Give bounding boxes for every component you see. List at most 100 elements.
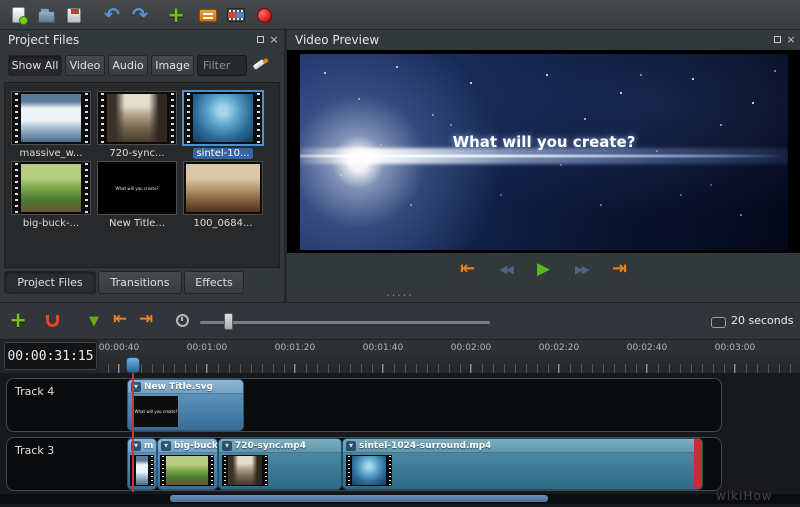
- filter-video-button[interactable]: Video: [65, 55, 105, 76]
- clip-label: m: [144, 440, 154, 451]
- timeline-scrollbar-thumb[interactable]: [170, 495, 548, 502]
- track-label: Track 3: [15, 444, 55, 457]
- animated-title-button[interactable]: [224, 3, 248, 27]
- close-preview-button[interactable]: ×: [785, 33, 797, 45]
- preview-video: What will you create?: [300, 54, 788, 250]
- tab-effects[interactable]: Effects: [184, 271, 244, 294]
- timeline-ruler[interactable]: 00:00:40 00:01:00 00:01:20 00:01:40 00:0…: [98, 340, 800, 373]
- add-track-icon: +: [9, 307, 27, 332]
- clip-big-buck[interactable]: ▾ big-buck-: [157, 438, 218, 490]
- next-marker-button[interactable]: ⇥: [134, 307, 158, 331]
- zoom-slider[interactable]: [200, 321, 490, 324]
- ruler-label: 00:01:00: [186, 343, 228, 353]
- ruler-label: 00:00:40: [98, 343, 140, 353]
- playhead-line: [132, 371, 134, 492]
- export-video-button[interactable]: [252, 3, 276, 27]
- clip-new-title[interactable]: ▾ New Title.svg What will you create?: [127, 379, 244, 431]
- ruler-label: 00:02:00: [450, 343, 492, 353]
- file-item-massive[interactable]: massive_w...: [10, 91, 92, 159]
- redo-button[interactable]: ↷: [128, 3, 152, 27]
- plus-icon: +: [167, 2, 185, 27]
- ruler-ticks: [98, 364, 800, 373]
- track-4[interactable]: Track 4: [6, 378, 722, 432]
- file-item-sintel[interactable]: sintel-10...: [182, 91, 264, 159]
- filter-show-all-button[interactable]: Show All: [8, 55, 62, 76]
- splitter-handle[interactable]: ·····: [386, 289, 413, 302]
- float-panel-button[interactable]: [254, 33, 266, 45]
- magnet-icon: [45, 315, 59, 327]
- play-button[interactable]: ▶: [533, 258, 555, 280]
- file-thumbnail: [97, 91, 177, 145]
- ruler-label: 00:03:00: [714, 343, 756, 353]
- choose-profile-button[interactable]: [196, 3, 220, 27]
- jump-start-button[interactable]: ⇤: [457, 258, 479, 280]
- file-item-new-title[interactable]: What will you create? New Title...: [96, 161, 178, 229]
- light-beam-core: [300, 154, 788, 158]
- rewind-button[interactable]: ◀◀: [495, 258, 517, 280]
- filter-image-button[interactable]: Image: [151, 55, 194, 76]
- fast-forward-button[interactable]: ▶▶: [571, 258, 593, 280]
- chevron-down-icon[interactable]: ▾: [222, 440, 232, 451]
- clip-720-sync[interactable]: ▾ 720-sync.mp4: [218, 438, 342, 490]
- filmstrip-icon: [227, 8, 245, 22]
- chevron-down-icon[interactable]: ▾: [346, 440, 356, 451]
- ruler-label: 00:01:40: [362, 343, 404, 353]
- clip-label: big-buck-: [174, 440, 217, 451]
- file-label: New Title...: [109, 218, 165, 229]
- previous-marker-icon: ⇤: [112, 308, 128, 329]
- track-label: Track 4: [15, 385, 55, 398]
- tab-project-files[interactable]: Project Files: [4, 271, 96, 294]
- file-label: sintel-10...: [193, 148, 253, 159]
- ruler-label: 00:02:20: [538, 343, 580, 353]
- clip-label: 720-sync.mp4: [235, 440, 306, 451]
- video-preview-header: Video Preview ×: [287, 30, 800, 49]
- main-toolbar: ↶ ↷ +: [0, 0, 800, 30]
- undo-icon: ↶: [104, 3, 120, 26]
- new-project-button[interactable]: [6, 3, 30, 27]
- clip-trim-handle[interactable]: [694, 439, 702, 489]
- file-item-bigbuck[interactable]: big-buck-...: [10, 161, 92, 229]
- add-marker-button[interactable]: ▼: [82, 309, 106, 333]
- filter-input[interactable]: [197, 55, 247, 76]
- file-thumbnail: [183, 161, 263, 215]
- previous-marker-button[interactable]: ⇤: [108, 307, 132, 331]
- time-scale-icon: [711, 317, 726, 328]
- record-icon: [256, 7, 272, 23]
- undo-button[interactable]: ↶: [100, 3, 124, 27]
- file-item-photo[interactable]: 100_0684...: [182, 161, 264, 229]
- playhead-handle[interactable]: [126, 357, 140, 373]
- open-project-button[interactable]: [34, 3, 58, 27]
- jump-end-button[interactable]: ⇥: [609, 258, 631, 280]
- watermark: wikiHow: [716, 489, 773, 503]
- float-icon: [773, 35, 781, 43]
- brush-icon: [252, 57, 268, 73]
- ruler-label: 00:02:40: [626, 343, 668, 353]
- profile-icon: [199, 8, 217, 22]
- snapping-toggle-button[interactable]: [40, 309, 64, 333]
- file-label: 720-sync...: [109, 148, 165, 159]
- timeline-scrollbar[interactable]: [0, 494, 800, 504]
- save-project-button[interactable]: [62, 3, 86, 27]
- close-icon: ×: [269, 32, 279, 46]
- add-track-button[interactable]: +: [6, 308, 30, 332]
- clip-sintel[interactable]: ▾ sintel-1024-surround.mp4: [342, 438, 703, 490]
- clip-thumbnail: What will you create?: [134, 396, 178, 427]
- video-overlay-text: What will you create?: [452, 133, 636, 152]
- file-item-720sync[interactable]: 720-sync...: [96, 91, 178, 159]
- clip-thumbnail: [160, 455, 214, 486]
- open-folder-icon: [37, 7, 55, 23]
- close-panel-button[interactable]: ×: [268, 33, 280, 45]
- marker-icon: ▼: [89, 313, 99, 329]
- file-thumbnail: [183, 91, 263, 145]
- clear-filter-button[interactable]: [252, 57, 268, 73]
- import-files-button[interactable]: +: [164, 3, 188, 27]
- clip-label: sintel-1024-surround.mp4: [359, 440, 492, 451]
- float-preview-button[interactable]: [771, 33, 783, 45]
- zoom-slider-handle[interactable]: [224, 313, 233, 330]
- file-thumbnail: What will you create?: [97, 161, 177, 215]
- tab-transitions[interactable]: Transitions: [98, 271, 182, 294]
- zoom-level-label: 20 seconds: [731, 314, 794, 327]
- chevron-down-icon[interactable]: ▾: [161, 440, 171, 451]
- jump-start-icon: ⇤: [459, 258, 476, 279]
- filter-audio-button[interactable]: Audio: [108, 55, 148, 76]
